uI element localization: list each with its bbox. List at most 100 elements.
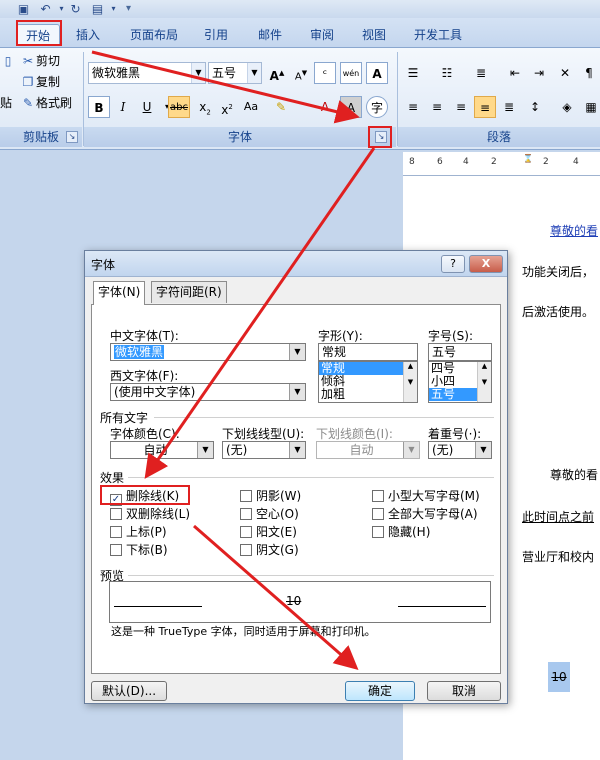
align-center-icon[interactable]: ≡ [426,96,448,118]
undo-icon[interactable]: ↶ [38,2,53,16]
line-spacing-icon[interactable]: ↕ [524,96,546,118]
chevron-down-icon[interactable]: ▼ [289,344,305,360]
annotation-highlight-strikethrough [100,485,190,505]
selected-sample-text[interactable]: 10 [548,662,570,692]
chevron-down-icon[interactable]: ▼ [289,442,305,458]
phonetic-guide-icon[interactable]: wén [340,62,362,84]
chevron-down-icon[interactable]: ▼ [197,442,213,458]
emboss-checkbox[interactable]: 阳文(E) [240,525,297,541]
cut-button[interactable]: ✂ 剪切 [20,52,60,70]
shading-icon[interactable]: ◈ [556,96,578,118]
multilevel-list-icon[interactable]: ≣ [470,62,492,84]
paste-button-fragment[interactable]: ▯ [0,52,16,70]
customize-toolbar-icon[interactable]: ▾ [126,3,131,14]
scrollbar[interactable]: ▲ ▼ [477,362,491,402]
emphasis-mark-combo[interactable]: (无) ▼ [428,441,492,459]
small-caps-checkbox[interactable]: 小型大写字母(M) [372,489,480,505]
tab-view[interactable]: 视图 [354,24,394,46]
chevron-down-icon: ▼ [403,442,419,458]
copy-button[interactable]: ❐ 复制 [20,73,60,91]
font-color-combo[interactable]: 自动 ▼ [110,441,214,459]
font-color-icon[interactable]: A [314,96,336,118]
numbering-icon[interactable]: ☷ [436,62,458,84]
engrave-checkbox[interactable]: 阴文(G) [240,543,299,559]
double-strikethrough-checkbox[interactable]: 双删除线(L) [110,507,190,523]
enclose-characters-icon[interactable]: 字 [366,96,388,118]
character-border-icon[interactable]: A [366,62,388,84]
chevron-down-icon[interactable]: ▼ [289,384,305,400]
horizontal-ruler[interactable]: 8 6 4 2 ⌛ 2 4 [403,152,600,176]
font-size-input[interactable]: 五号 [428,343,492,361]
underline-icon[interactable]: U [136,96,158,118]
close-button[interactable]: X [469,255,503,273]
tab-character-spacing[interactable]: 字符间距(R) [151,281,227,303]
font-name-combo[interactable]: 微软雅黑 ▼ [88,62,206,84]
subscript-checkbox[interactable]: 下标(B) [110,543,168,559]
clear-format-icon[interactable]: ᶜ [314,62,336,84]
tab-font[interactable]: 字体(N) [93,281,146,305]
scrollbar[interactable]: ▲ ▼ [403,362,417,402]
borders-icon[interactable]: ▦ [580,96,600,118]
cancel-button[interactable]: 取消 [427,681,501,701]
increase-indent-icon[interactable]: ⇥ [528,62,550,84]
west-font-value: (使用中文字体) [114,385,196,399]
print-preview-icon[interactable]: ▤ [90,2,105,16]
hidden-checkbox[interactable]: 隐藏(H) [372,525,430,541]
tab-mailings[interactable]: 邮件 [250,24,290,46]
save-icon[interactable]: ▣ [16,2,31,16]
bold-icon[interactable]: B [88,96,110,118]
set-default-button[interactable]: 默认(D)... [91,681,167,701]
print-dropdown-icon[interactable]: ▾ [106,2,121,16]
font-style-list[interactable]: 常规 倾斜 加粗 ▲ ▼ [318,361,418,403]
show-marks-icon[interactable]: ¶ [578,62,600,84]
grow-font-icon[interactable]: A▲ [266,62,288,84]
ruler-mark: 8 [409,157,415,167]
italic-icon[interactable]: I [112,96,134,118]
superscript-checkbox[interactable]: 上标(P) [110,525,167,541]
undo-dropdown-icon[interactable]: ▾ [54,2,69,16]
west-font-combo[interactable]: (使用中文字体) ▼ [110,383,306,401]
clipboard-dialog-launcher[interactable]: ↘ [66,131,78,143]
font-size-combo[interactable]: 五号 ▼ [208,62,262,84]
tab-page-layout[interactable]: 页面布局 [122,24,186,46]
ok-button[interactable]: 确定 [345,681,415,701]
sort-icon[interactable]: ✕ [554,62,576,84]
tab-review[interactable]: 审阅 [302,24,342,46]
shadow-checkbox[interactable]: 阴影(W) [240,489,301,505]
help-button[interactable]: ? [441,255,465,273]
dialog-title-bar[interactable]: 字体 ? X [85,251,507,277]
highlight-color-icon[interactable]: ✎ [270,96,292,118]
outline-checkbox[interactable]: 空心(O) [240,507,299,523]
superscript-icon[interactable]: x2 [216,96,238,118]
subscript-icon[interactable]: x2 [194,96,216,118]
strikethrough-icon[interactable]: abc [168,96,190,118]
redo-icon[interactable]: ↻ [68,2,83,16]
underline-type-combo[interactable]: (无) ▼ [222,441,306,459]
change-case-icon[interactable]: Aa [240,96,262,118]
bullets-icon[interactable]: ☰ [402,62,424,84]
emphasis-mark-value: (无) [432,443,454,457]
tab-insert[interactable]: 插入 [66,24,110,46]
cn-font-combo[interactable]: 微软雅黑 ▼ [110,343,306,361]
character-shading-icon[interactable]: A [340,96,362,118]
font-size-list[interactable]: 四号 小四 五号 ▲ ▼ [428,361,492,403]
decrease-indent-icon[interactable]: ⇤ [504,62,526,84]
indent-marker-icon[interactable]: ⌛ [523,154,533,163]
tab-references[interactable]: 引用 [196,24,236,46]
shrink-font-icon[interactable]: A▼ [290,62,312,84]
hidden-label: 隐藏(H) [388,525,431,539]
paste-label-fragment[interactable]: 贴 [0,94,12,112]
chevron-down-icon[interactable]: ▼ [191,63,205,83]
align-right-icon[interactable]: ≡ [450,96,472,118]
tab-developer[interactable]: 开发工具 [406,24,470,46]
distributed-icon[interactable]: ≣ [498,96,520,118]
justify-icon[interactable]: ≡ [474,96,496,118]
chevron-down-icon[interactable]: ▼ [247,63,261,83]
format-painter-button[interactable]: ✎ 格式刷 [20,94,72,112]
section-divider [128,575,494,576]
font-style-input[interactable]: 常规 [318,343,418,361]
chevron-down-icon[interactable]: ▼ [475,442,491,458]
align-left-icon[interactable]: ≡ [402,96,424,118]
engrave-label: 阴文(G) [256,543,299,557]
all-caps-checkbox[interactable]: 全部大写字母(A) [372,507,478,523]
